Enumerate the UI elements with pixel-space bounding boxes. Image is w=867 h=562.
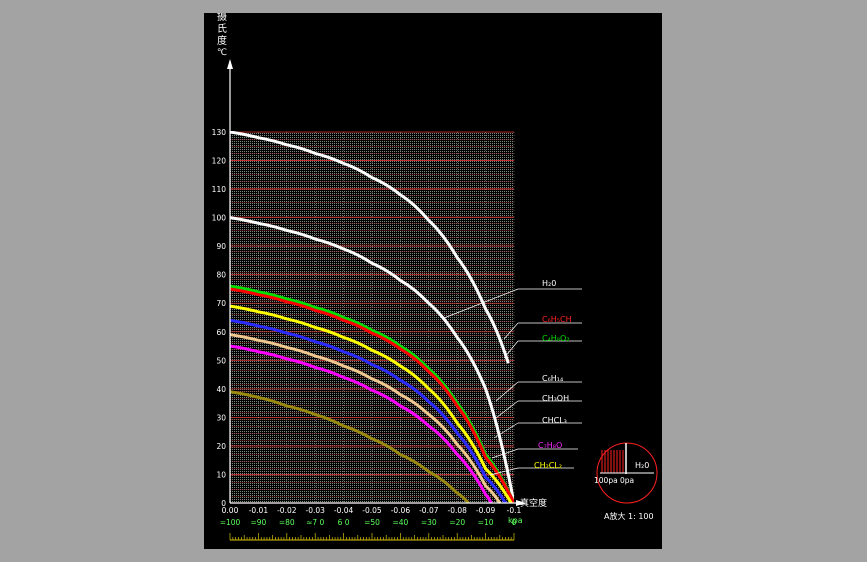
y-tick-label: 10	[216, 470, 226, 479]
x-tick-label: -0.08	[447, 506, 467, 515]
x-tick-label-secondary: =10	[478, 518, 494, 527]
drawing-sheet: 0 10 20 30 40 50 60 70 80 90 100 110 120 130 0.00 -0.01…	[204, 13, 662, 549]
y-label-char-3: 度	[217, 34, 227, 47]
x-unit-label: kpa	[508, 516, 523, 525]
x-tick-label-secondary: 6 0	[338, 518, 350, 527]
inset-caption: A放大 1: 100	[604, 511, 654, 521]
chart-grid	[229, 131, 515, 504]
x-tick-label-secondary: =90	[250, 518, 266, 527]
y-tick-label: 60	[216, 328, 226, 337]
x-axis-label: 真空度	[520, 497, 547, 509]
inset-h2o-label: H₂0	[635, 461, 649, 470]
x-tick-label: -0.02	[277, 506, 297, 515]
series-label-c6h14: C₆H₁₄	[542, 374, 563, 383]
x-tick-label: -0.05	[362, 506, 382, 515]
series-label-c4h8o2: C₄H₈O₂	[542, 334, 570, 343]
y-tick-label: 110	[212, 185, 227, 194]
inset-left-label: 100pa	[594, 476, 618, 485]
x-tick-label-secondary: =40	[392, 518, 408, 527]
x-tick-label: -0.07	[419, 506, 439, 515]
x-tick-label: -0.09	[476, 506, 496, 515]
y-label-char-2: 氏	[217, 23, 227, 35]
x-tick-label: -0.01	[249, 506, 269, 515]
x-tick-label: 0.00	[222, 506, 239, 515]
x-tick-label-secondary: =20	[449, 518, 465, 527]
y-tick-label: 50	[216, 356, 226, 365]
bottom-ruler	[229, 533, 515, 541]
y-tick-label: 20	[216, 442, 226, 451]
x-tick-label: -0.03	[305, 506, 325, 515]
x-tick-label: -0.04	[334, 506, 354, 515]
y-tick-label: 40	[216, 385, 226, 394]
inset-right-label: 0pa	[620, 476, 634, 485]
y-tick-label: 100	[212, 214, 227, 223]
x-tick-label-secondary: ≈7 0	[306, 518, 324, 527]
series-label-c7h8o: C₇H₈O	[538, 441, 562, 450]
series-label-ch3oh: CH₃OH	[542, 394, 569, 403]
series-label-c6h5ch: C₆H₅CH	[542, 315, 572, 324]
x-tick-label-secondary: =30	[421, 518, 437, 527]
inset-detail: H₂0 100pa 0pa A放大 1: 100	[594, 442, 658, 521]
y-tick-label: 120	[212, 157, 227, 166]
y-tick-label: 130	[212, 128, 227, 137]
y-tick-label: 90	[216, 242, 226, 251]
y-label-char-1: 摄	[217, 13, 227, 23]
y-axis-label: 摄 氏 度 ℃	[217, 13, 227, 58]
series-label-ch2cl2: CH₂CL₂	[534, 461, 562, 470]
y-label-char-4: ℃	[217, 48, 227, 58]
x-tick-label-secondary: =80	[279, 518, 295, 527]
y-axis-arrow	[227, 59, 233, 69]
series-label-h2o: H₂0	[542, 279, 556, 288]
series-label-chcl3: CHCL₃	[542, 416, 567, 425]
vapor-pressure-chart: 01020304050607080901001101201300.00 -0.01…	[212, 13, 658, 541]
x-tick-label: -0.06	[391, 506, 411, 515]
y-tick-label: 30	[216, 413, 226, 422]
x-tick-label-secondary: =100	[220, 518, 241, 527]
y-tick-label: 80	[216, 271, 226, 280]
y-tick-label: 70	[216, 299, 226, 308]
x-tick-label-secondary: =50	[364, 518, 380, 527]
